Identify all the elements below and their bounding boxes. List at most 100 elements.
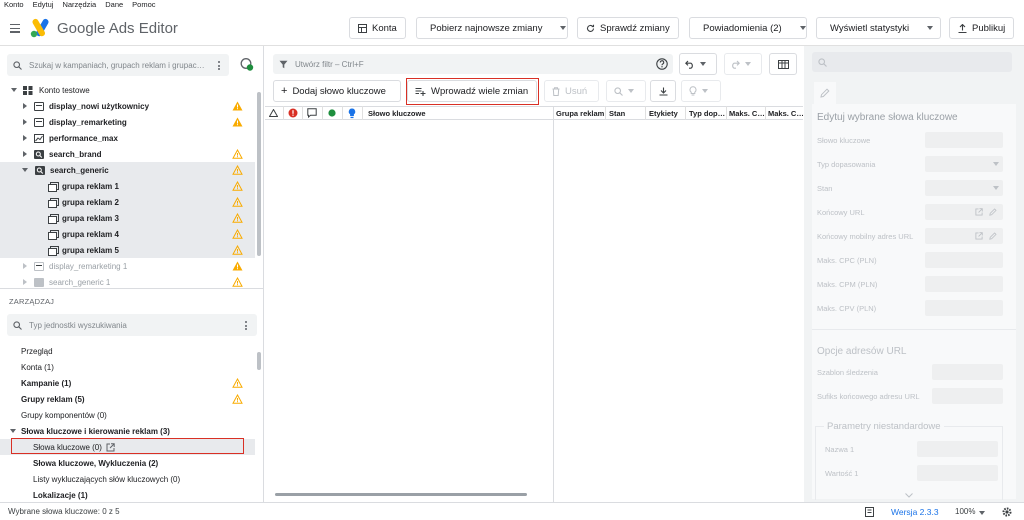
chevron-down-icon[interactable]	[702, 89, 708, 93]
chevron-down-icon[interactable]	[799, 26, 806, 30]
expand-arrow-icon[interactable]	[23, 263, 27, 269]
zoom-level[interactable]: 100%	[955, 507, 975, 516]
column-keyword[interactable]: Słowo kluczowe	[368, 109, 426, 118]
menu-dane[interactable]: Dane	[105, 0, 123, 10]
expand-arrow-icon[interactable]	[23, 119, 27, 125]
edit-tab[interactable]	[814, 82, 836, 104]
columns-button[interactable]	[769, 53, 797, 75]
tree-campaign[interactable]: display_nowi użytkownicy	[0, 98, 255, 114]
more-options-icon[interactable]	[218, 61, 221, 72]
menu-konto[interactable]: Konto	[4, 0, 24, 10]
delete-button[interactable]: Usuń	[544, 80, 599, 102]
field-mobile-url-input[interactable]	[925, 228, 1003, 244]
publish-button[interactable]: Publikuj	[949, 17, 1015, 39]
manage-item-negative-lists[interactable]: Listy wykluczających słów kluczowych (0)	[0, 471, 255, 487]
more-options-icon[interactable]	[245, 321, 248, 332]
field-tracking-template-input[interactable]	[932, 364, 1003, 380]
manage-item-keywords-negative[interactable]: Słowa kluczowe, Wykluczenia (2)	[0, 455, 255, 471]
field-status-select[interactable]	[925, 180, 1003, 196]
edit-panel-search[interactable]	[812, 52, 1012, 72]
manage-item-accounts[interactable]: Konta (1)	[0, 359, 255, 375]
field-final-url-input[interactable]	[925, 204, 1003, 220]
menu-narzedzia[interactable]: Narzędzia	[62, 0, 96, 10]
settings-gear-icon[interactable]	[1002, 507, 1012, 517]
collapse-arrow-icon[interactable]	[22, 168, 28, 172]
tree-campaign[interactable]: performance_max	[0, 130, 255, 146]
download-changes-button[interactable]: Pobierz najnowsze zmiany	[416, 17, 568, 39]
export-button[interactable]	[650, 80, 676, 102]
check-changes-button[interactable]: Sprawdź zmiany	[577, 17, 679, 39]
field-name-1-input[interactable]	[917, 441, 998, 457]
tree-campaign[interactable]: search_brand	[0, 146, 255, 162]
field-keyword-input[interactable]	[925, 132, 1003, 148]
chevron-down-icon[interactable]	[560, 26, 567, 30]
help-icon[interactable]	[656, 58, 668, 70]
manage-section-keywords[interactable]: Słowa kluczowe i kierowanie reklam (3)	[0, 423, 255, 439]
column-status[interactable]: Stan	[609, 109, 625, 118]
search-replace-button[interactable]	[606, 80, 646, 102]
pencil-icon[interactable]	[989, 232, 997, 240]
tree-ad-group[interactable]: grupa reklam 1	[0, 178, 255, 194]
filter-input[interactable]: Utwórz filtr – Ctrl+F	[273, 54, 673, 74]
chevron-down-icon[interactable]	[628, 89, 634, 93]
lightbulb-column-icon[interactable]	[348, 108, 356, 119]
column-max-cpc[interactable]: Maks. C…	[729, 109, 765, 118]
chevron-down-icon[interactable]	[745, 62, 751, 66]
warning-column-icon[interactable]	[269, 109, 278, 117]
manage-item-locations[interactable]: Lokalizacje (1)	[0, 487, 255, 502]
field-max-cpc-input[interactable]	[925, 252, 1003, 268]
tree-campaign[interactable]: display_remarketing	[0, 114, 255, 130]
redo-button[interactable]	[724, 53, 762, 75]
tree-root-account[interactable]: Konto testowe	[0, 82, 255, 98]
manage-item-ad-groups[interactable]: Grupy reklam (5)	[0, 391, 255, 407]
column-ad-group[interactable]: Grupa reklam	[556, 109, 604, 118]
grid-horizontal-scrollbar[interactable]	[275, 493, 527, 496]
field-max-cpm-input[interactable]	[925, 276, 1003, 292]
notes-icon[interactable]	[865, 507, 875, 517]
hamburger-menu-icon[interactable]	[10, 24, 20, 35]
tree-campaign[interactable]: display_remarketing 1	[0, 258, 255, 274]
manage-item-asset-groups[interactable]: Grupy komponentów (0)	[0, 407, 255, 423]
open-in-new-icon[interactable]	[975, 208, 983, 216]
comment-icon[interactable]	[307, 108, 317, 118]
tree-ad-group[interactable]: grupa reklam 5	[0, 242, 255, 258]
add-keyword-button[interactable]: + Dodaj słowo kluczowe	[273, 80, 401, 102]
tree-campaign-selected[interactable]: search_generic	[0, 162, 255, 178]
field-match-type-select[interactable]	[925, 156, 1003, 172]
zoom-chevron-down-icon[interactable]	[979, 511, 985, 515]
manage-scrollbar[interactable]	[257, 352, 261, 370]
version-link[interactable]: Wersja 2.3.3	[891, 507, 939, 517]
chevron-down-icon[interactable]	[700, 62, 706, 66]
manage-item-overview[interactable]: Przegląd	[0, 343, 255, 359]
tree-ad-group[interactable]: grupa reklam 2	[0, 194, 255, 210]
tree-ad-group[interactable]: grupa reklam 3	[0, 210, 255, 226]
notifications-button[interactable]: Powiadomienia (2)	[689, 17, 807, 39]
collapse-arrow-icon[interactable]	[10, 429, 16, 433]
field-max-cpv-input[interactable]	[925, 300, 1003, 316]
expand-arrow-icon[interactable]	[23, 151, 27, 157]
tree-search-input[interactable]: Szukaj w kampaniach, grupach reklam i gr…	[7, 54, 229, 76]
entity-search-input[interactable]: Typ jednostki wyszukiwania	[7, 314, 257, 336]
column-match-type[interactable]: Typ dop…	[689, 109, 727, 118]
tree-scrollbar[interactable]	[257, 92, 261, 256]
expand-arrow-icon[interactable]	[23, 103, 27, 109]
pencil-icon[interactable]	[989, 208, 997, 216]
sync-icon[interactable]	[240, 57, 254, 71]
view-stats-button[interactable]: Wyświetl statystyki	[816, 17, 941, 39]
menu-pomoc[interactable]: Pomoc	[132, 0, 155, 10]
menu-edytuj[interactable]: Edytuj	[33, 0, 54, 10]
expand-arrow-icon[interactable]	[23, 279, 27, 285]
expand-arrow-icon[interactable]	[23, 135, 27, 141]
accounts-button[interactable]: Konta	[349, 17, 406, 39]
chevron-down-icon[interactable]	[905, 493, 913, 498]
error-icon[interactable]	[288, 108, 298, 118]
field-url-suffix-input[interactable]	[932, 388, 1003, 404]
field-value-1-input[interactable]	[917, 465, 998, 481]
undo-button[interactable]	[679, 53, 717, 75]
open-in-new-icon[interactable]	[975, 232, 983, 240]
ideas-button[interactable]	[681, 80, 721, 102]
tree-ad-group[interactable]: grupa reklam 4	[0, 226, 255, 242]
column-max-cpm[interactable]: Maks. C…	[768, 109, 803, 118]
chevron-down-icon[interactable]	[927, 26, 934, 30]
manage-item-campaigns[interactable]: Kampanie (1)	[0, 375, 255, 391]
